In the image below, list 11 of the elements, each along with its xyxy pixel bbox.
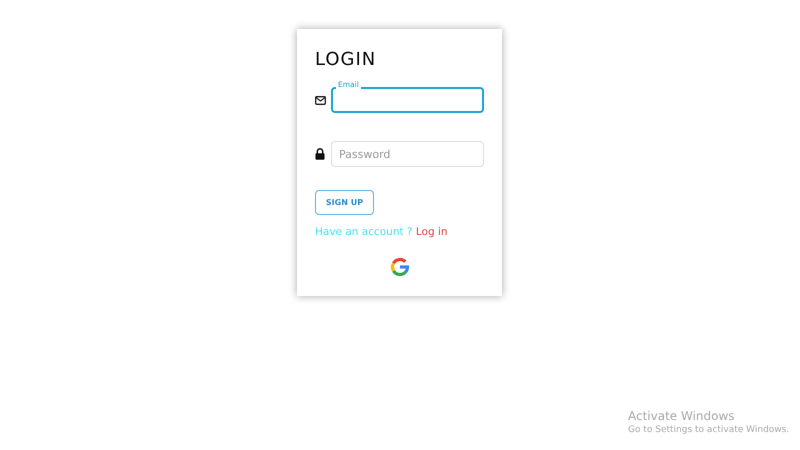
lock-icon	[315, 148, 325, 160]
account-prompt: Have an account ?	[315, 226, 413, 238]
password-field[interactable]: Password	[331, 141, 484, 167]
activation-text: Go to Settings to activate Windows.	[628, 424, 790, 437]
envelope-icon	[315, 96, 326, 104]
activation-title: Activate Windows	[628, 409, 736, 424]
sign-up-button[interactable]: SIGN UP	[315, 190, 374, 215]
log-in-link[interactable]: Log in	[416, 226, 448, 238]
google-icon[interactable]	[390, 257, 410, 277]
email-field[interactable]	[331, 87, 484, 113]
login-title: LOGIN	[315, 49, 378, 71]
